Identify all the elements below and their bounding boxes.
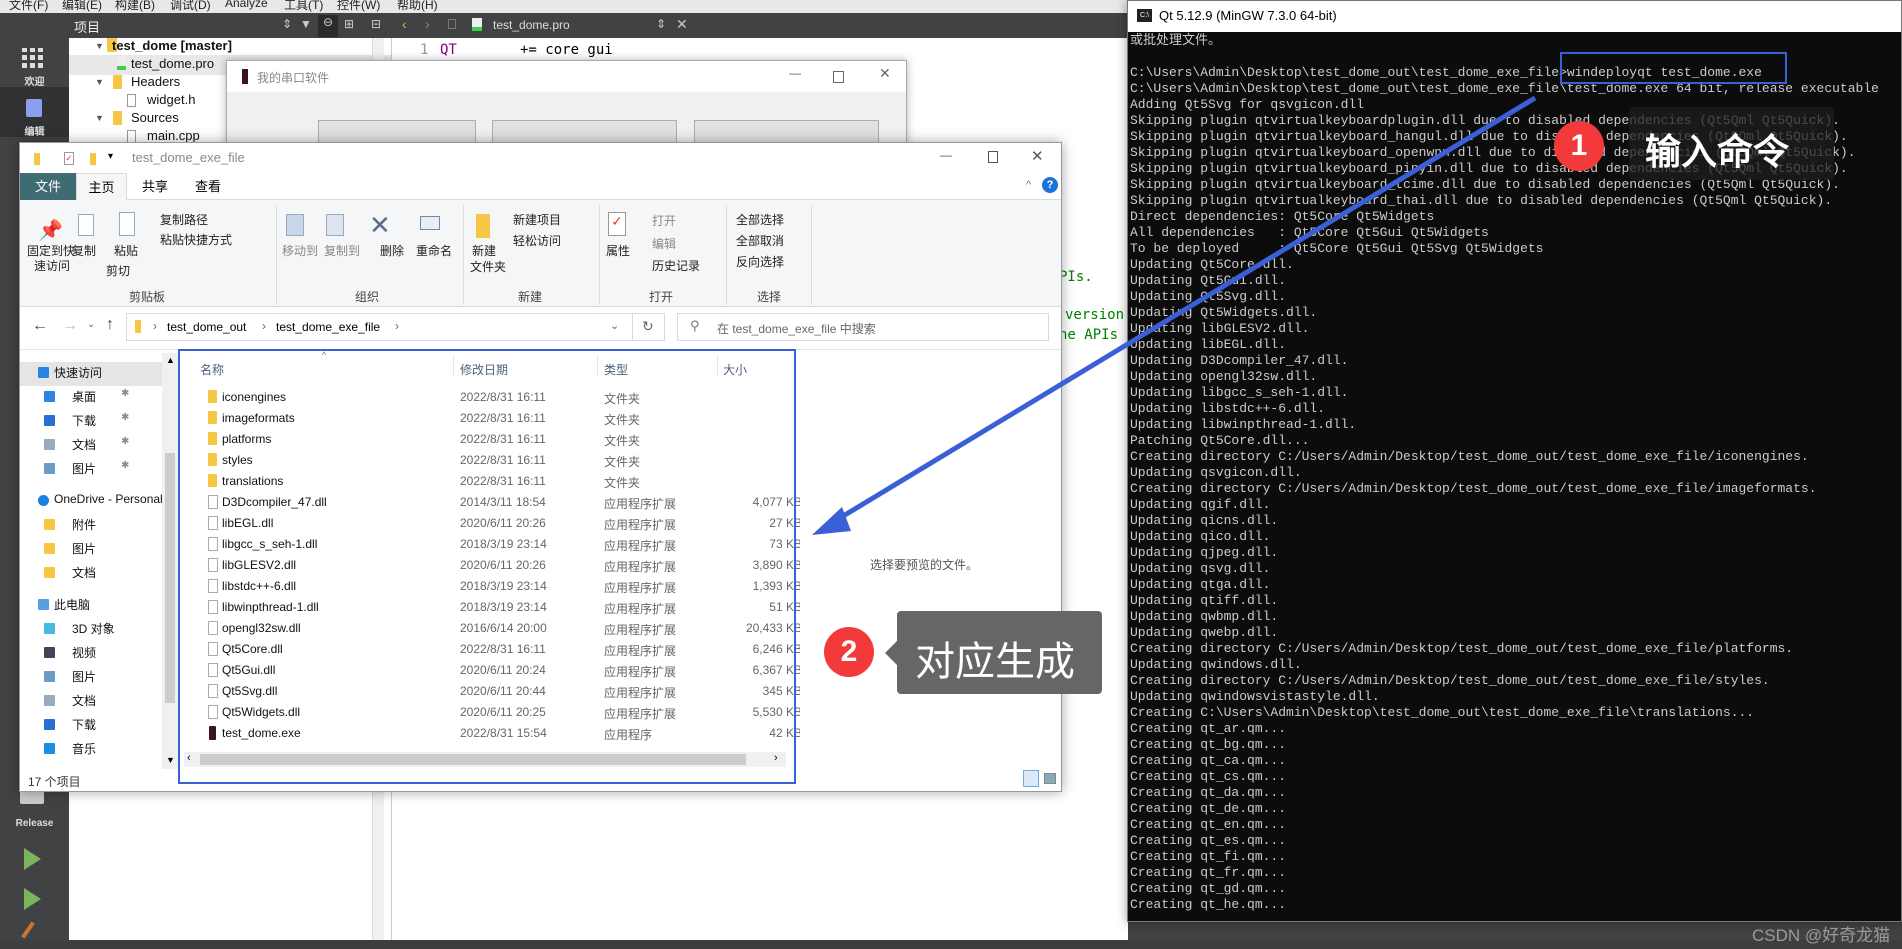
callout-pointer [885,641,897,665]
step-label-1: 输入命令 [1645,131,1790,172]
step-badge-2: 2 [824,627,874,677]
step-label-box-1: 输入命令 [1629,107,1834,180]
annotation-arrow [812,95,1537,535]
watermark: CSDN @好奇龙猫 [1752,926,1891,945]
step-label-2: 对应生成 [915,640,1075,684]
step-badge-1: 1 [1554,121,1604,171]
arrow-line [828,95,1537,527]
arrow-head [812,507,851,535]
step-label-box-2: 对应生成 [885,611,1102,694]
